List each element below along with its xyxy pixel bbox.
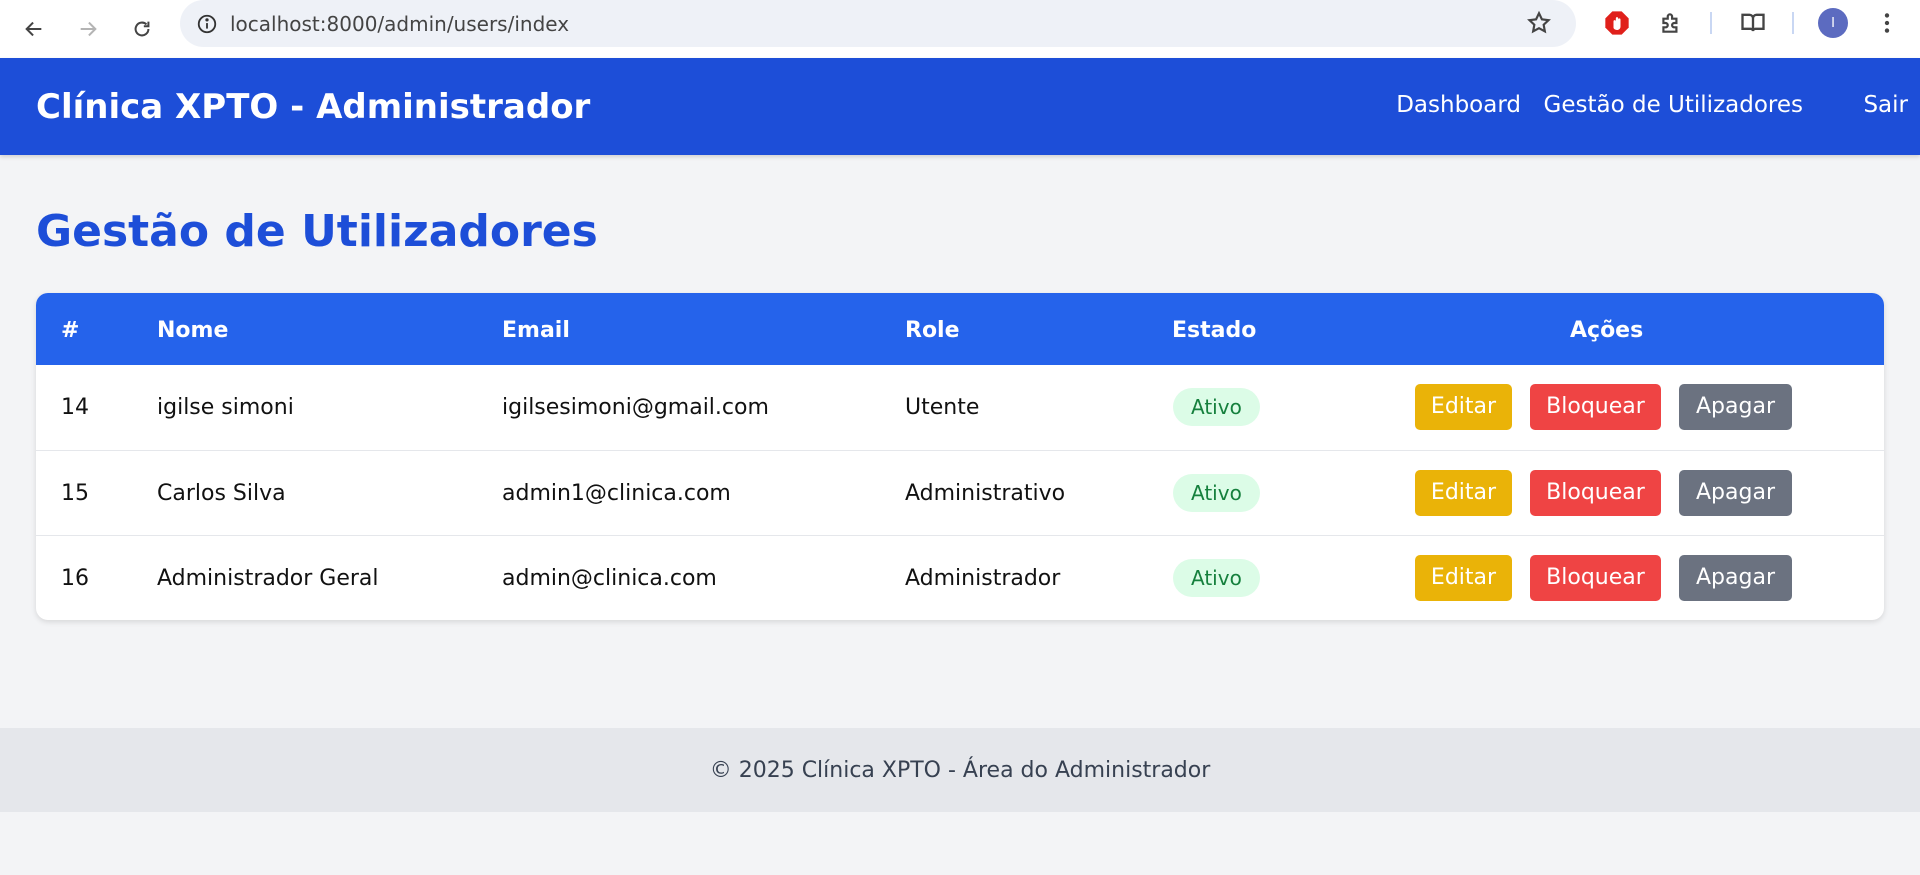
- cell-name: igilse simoni: [157, 395, 294, 420]
- column-header-name: Nome: [157, 318, 229, 343]
- cell-id: 14: [61, 395, 89, 420]
- cell-role: Utente: [905, 395, 980, 420]
- back-arrow-icon[interactable]: [7, 6, 61, 52]
- page-title: Gestão de Utilizadores: [36, 206, 598, 257]
- table-row: 16 Administrador Geral admin@clinica.com…: [36, 535, 1884, 620]
- profile-avatar[interactable]: I: [1818, 8, 1848, 38]
- cell-name: Carlos Silva: [157, 481, 286, 506]
- reload-icon[interactable]: [115, 6, 169, 52]
- cell-id: 16: [61, 566, 89, 591]
- edit-button[interactable]: Editar: [1415, 470, 1512, 516]
- forward-arrow-icon[interactable]: [61, 6, 115, 52]
- status-badge: Ativo: [1173, 559, 1260, 597]
- url-text[interactable]: localhost:8000/admin/users/index: [230, 12, 569, 36]
- cell-name: Administrador Geral: [157, 566, 379, 591]
- column-header-role: Role: [905, 318, 960, 343]
- status-badge: Ativo: [1173, 388, 1260, 426]
- delete-button[interactable]: Apagar: [1679, 555, 1792, 601]
- footer-text: © 2025 Clínica XPTO - Área do Administra…: [709, 757, 1211, 783]
- nav-user-management[interactable]: Gestão de Utilizadores: [1544, 92, 1803, 118]
- more-menu-icon[interactable]: [1872, 8, 1902, 38]
- column-header-actions: Ações: [1570, 318, 1644, 343]
- delete-button[interactable]: Apagar: [1679, 384, 1792, 430]
- toolbar-separator: [1792, 12, 1794, 34]
- column-header-email: Email: [502, 318, 570, 343]
- extensions-puzzle-icon[interactable]: [1656, 8, 1686, 38]
- edit-button[interactable]: Editar: [1415, 555, 1512, 601]
- edit-button[interactable]: Editar: [1415, 384, 1512, 430]
- nav-logout[interactable]: Sair: [1863, 92, 1908, 118]
- adblock-icon[interactable]: [1602, 8, 1632, 38]
- cell-email: igilsesimoni@gmail.com: [502, 395, 769, 420]
- table-row: 15 Carlos Silva admin1@clinica.com Admin…: [36, 450, 1884, 535]
- brand-title: Clínica XPTO - Administrador: [36, 86, 591, 127]
- cell-role: Administrador: [905, 566, 1061, 591]
- app-header: Clínica XPTO - Administrador Dashboard G…: [0, 58, 1920, 155]
- cell-email: admin@clinica.com: [502, 566, 717, 591]
- cell-id: 15: [61, 481, 89, 506]
- block-button[interactable]: Bloquear: [1530, 470, 1661, 516]
- table-header: # Nome Email Role Estado Ações: [36, 293, 1884, 365]
- top-navigation: Dashboard Gestão de Utilizadores Sair: [1120, 58, 1920, 155]
- block-button[interactable]: Bloquear: [1530, 384, 1661, 430]
- page-footer: © 2025 Clínica XPTO - Área do Administra…: [0, 728, 1920, 812]
- block-button[interactable]: Bloquear: [1530, 555, 1661, 601]
- cell-email: admin1@clinica.com: [502, 481, 731, 506]
- browser-toolbar: localhost:8000/admin/users/index I: [0, 0, 1920, 58]
- delete-button[interactable]: Apagar: [1679, 470, 1792, 516]
- reading-mode-icon[interactable]: [1738, 8, 1768, 38]
- status-badge: Ativo: [1173, 474, 1260, 512]
- address-bar[interactable]: localhost:8000/admin/users/index: [180, 0, 1576, 47]
- site-info-icon[interactable]: [194, 11, 220, 37]
- table-row: 14 igilse simoni igilsesimoni@gmail.com …: [36, 365, 1884, 450]
- cell-role: Administrativo: [905, 481, 1066, 506]
- users-table: # Nome Email Role Estado Ações 14 igilse…: [36, 293, 1884, 620]
- column-header-status: Estado: [1172, 318, 1257, 343]
- bookmark-star-icon[interactable]: [1526, 10, 1552, 36]
- nav-dashboard[interactable]: Dashboard: [1396, 92, 1521, 118]
- toolbar-separator: [1710, 12, 1712, 34]
- column-header-id: #: [61, 318, 80, 343]
